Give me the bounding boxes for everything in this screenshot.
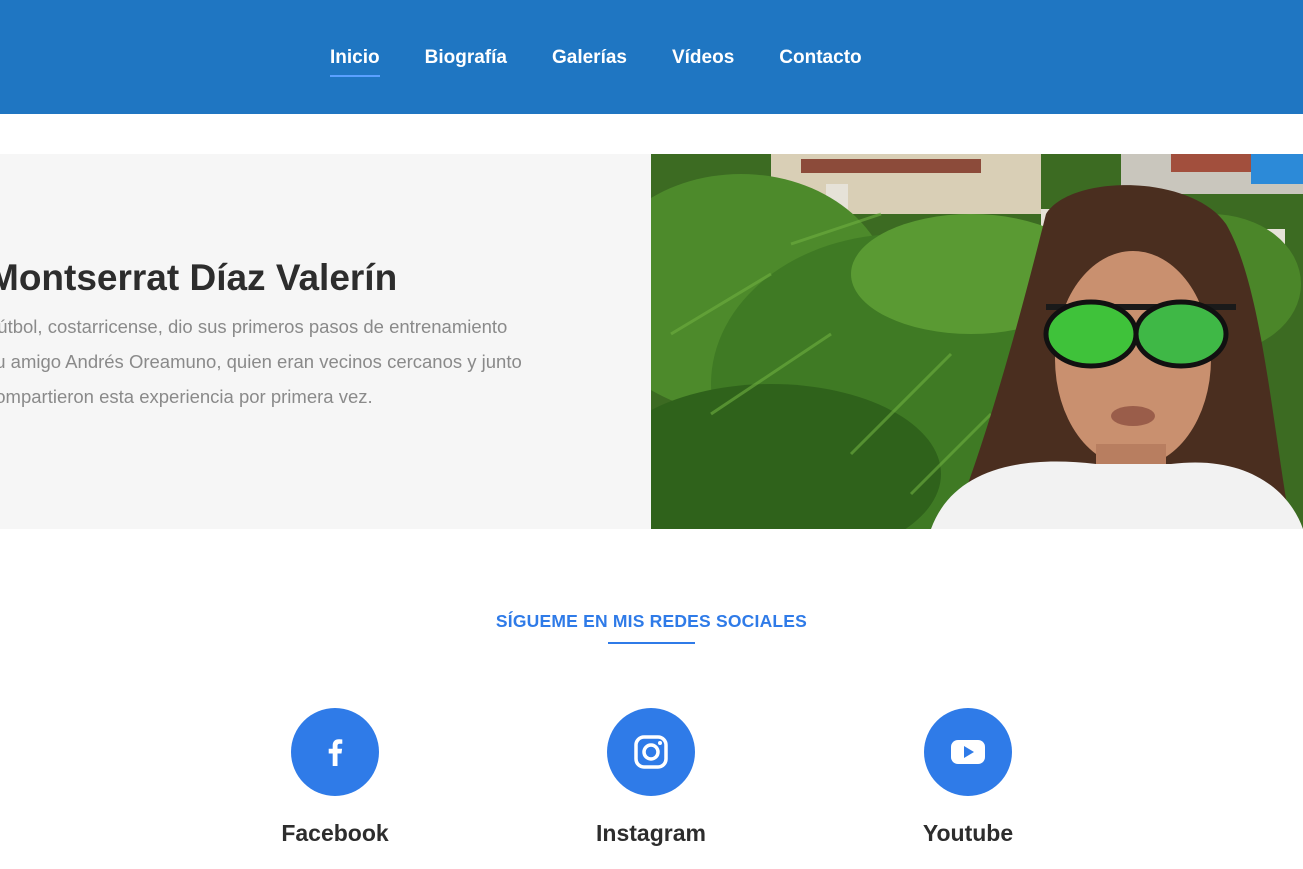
hero-portrait-photo (651, 154, 1303, 529)
nav-item-inicio[interactable]: Inicio (330, 48, 380, 77)
instagram-button[interactable] (607, 708, 695, 796)
hero-description-line: Fútbol, costarricense, dio sus primeros … (0, 316, 508, 337)
nav-item-videos[interactable]: Vídeos (672, 48, 734, 67)
social-label-youtube[interactable]: Youtube (868, 820, 1068, 847)
nav-item-galerias[interactable]: Galerías (552, 48, 627, 67)
social-item-instagram[interactable]: Instagram (551, 708, 751, 847)
nav-item-biografia[interactable]: Biografía (425, 48, 507, 67)
hero-description-line: su amigo Andrés Oreamuno, quien eran vec… (0, 351, 522, 372)
social-item-facebook[interactable]: Facebook (235, 708, 435, 847)
social-heading: SÍGUEME EN MIS REDES SOCIALES (495, 611, 808, 631)
main-nav: Inicio Biografía Galerías Vídeos Contact… (330, 0, 907, 114)
youtube-button[interactable] (924, 708, 1012, 796)
facebook-icon (328, 739, 343, 766)
top-navbar: Inicio Biografía Galerías Vídeos Contact… (0, 0, 1303, 114)
social-label-instagram[interactable]: Instagram (551, 820, 751, 847)
youtube-icon (951, 740, 985, 764)
social-label-facebook[interactable]: Facebook (235, 820, 435, 847)
social-item-youtube[interactable]: Youtube (868, 708, 1068, 847)
hero-description-line: compartieron esta experiencia por primer… (0, 386, 373, 407)
instagram-icon (634, 735, 668, 769)
hero-text-panel: Montserrat Díaz Valerín Fútbol, costarri… (0, 154, 651, 529)
social-heading-underline (608, 642, 695, 644)
hero-title: Montserrat Díaz Valerín (0, 257, 398, 298)
facebook-button[interactable] (291, 708, 379, 796)
nav-item-contacto[interactable]: Contacto (779, 48, 861, 67)
hero-description: Fútbol, costarricense, dio sus primeros … (0, 309, 606, 414)
